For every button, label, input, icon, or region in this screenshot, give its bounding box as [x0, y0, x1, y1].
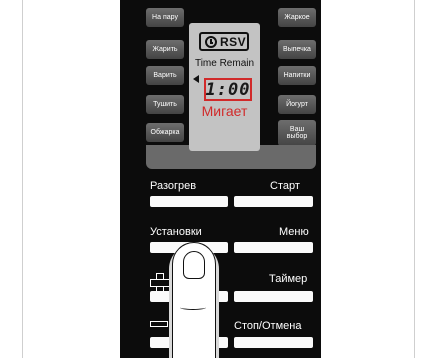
side-button-stew-roast[interactable]: Жаркое [278, 8, 316, 27]
side-button-roast[interactable]: Обжарка [146, 123, 184, 142]
side-button-yogurt[interactable]: Йогурт [278, 95, 316, 114]
side-button-bake[interactable]: Выпечка [278, 40, 316, 59]
stop-cancel-label: Стоп/Отмена [234, 320, 302, 332]
time-remain-label: Time Remain [194, 58, 255, 69]
reheat-label: Разогрев [150, 180, 197, 192]
side-button-fry[interactable]: Жарить [146, 40, 184, 59]
start-button[interactable] [234, 196, 313, 207]
side-button-custom[interactable]: Ваш выбор [278, 120, 316, 146]
finger-crease [180, 305, 206, 310]
fingernail [183, 251, 205, 279]
timer-label: Таймер [269, 273, 308, 285]
minus-icon [150, 321, 168, 327]
rsv-indicator: RSV [199, 32, 249, 51]
menu-button[interactable] [234, 242, 313, 253]
side-button-steam[interactable]: На пару [146, 8, 184, 27]
clock-icon [205, 35, 217, 48]
timer-button[interactable] [234, 291, 313, 302]
reheat-button[interactable] [150, 196, 228, 207]
arrow-left-icon [193, 75, 199, 83]
rsv-label: RSV [220, 34, 247, 49]
time-readout: 1:00 [204, 78, 252, 101]
side-button-stew[interactable]: Тушить [146, 95, 184, 114]
menu-label: Меню [279, 226, 309, 238]
side-button-drinks[interactable]: Напитки [278, 66, 316, 85]
stop-cancel-button[interactable] [234, 337, 313, 348]
plus-icon [150, 273, 170, 293]
blink-annotation: Мигает [201, 103, 248, 119]
side-button-boil[interactable]: Варить [146, 66, 184, 85]
settings-label: Установки [150, 226, 202, 238]
start-label: Старт [270, 180, 300, 192]
time-digits: 1:00 [205, 79, 251, 100]
